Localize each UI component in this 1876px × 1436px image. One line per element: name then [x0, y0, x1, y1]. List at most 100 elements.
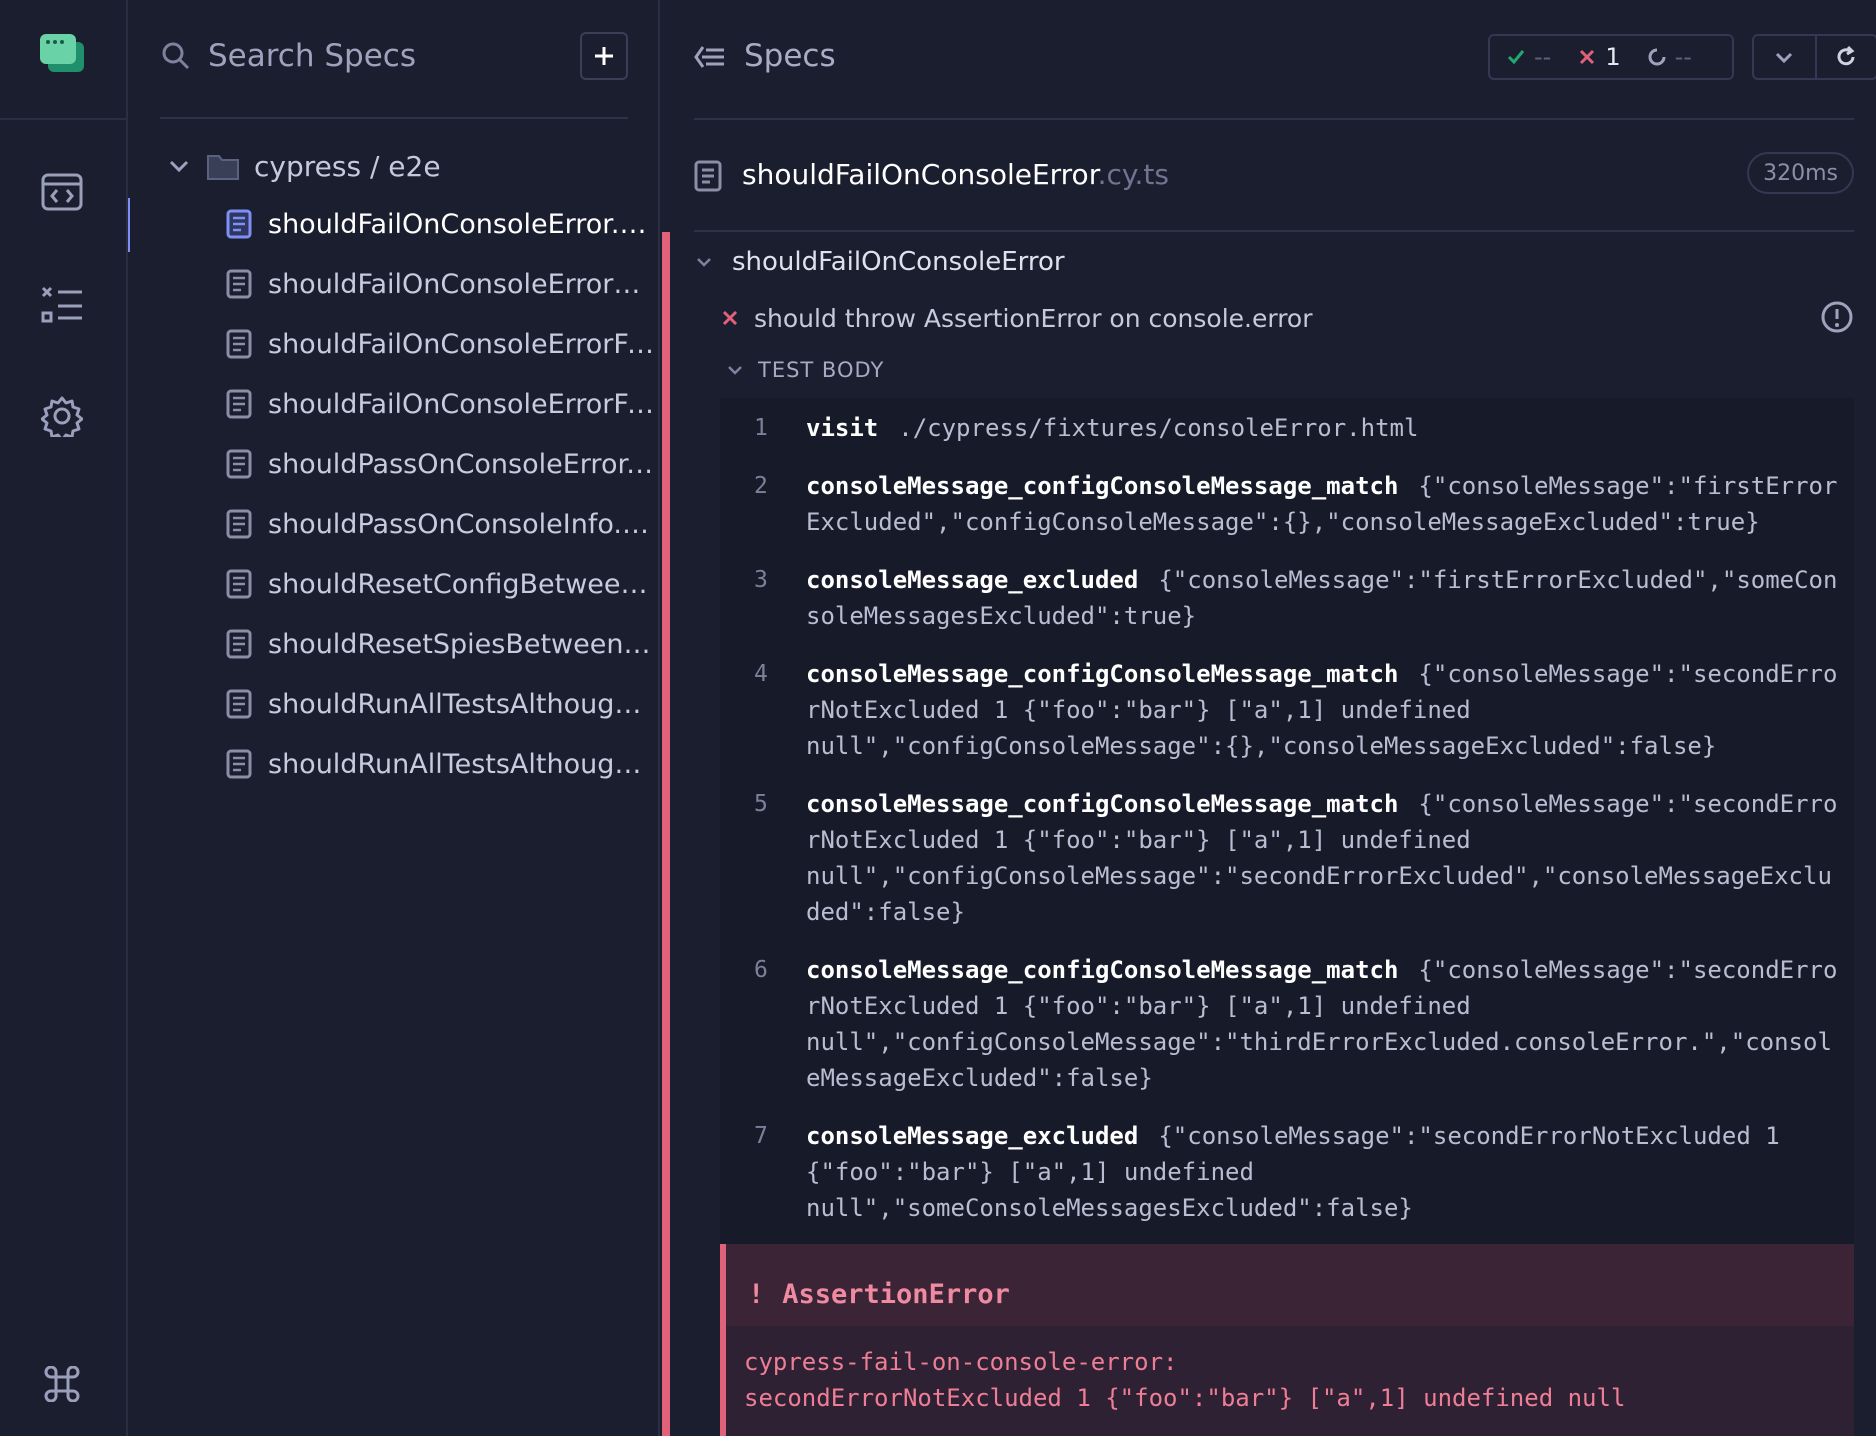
- document-icon: [226, 569, 252, 599]
- spec-item-name: shouldFailOnConsoleErrorFilter.cy.ts: [268, 328, 658, 360]
- document-icon: [226, 269, 252, 299]
- command-log: 1 visit ./cypress/fixtures/consoleError.ht…: [720, 398, 1854, 1300]
- command-number: 4: [754, 661, 768, 687]
- spec-item-name: shouldRunAllTestsAlthoughFail.cy.ts: [268, 688, 658, 720]
- command-row[interactable]: 3 consoleMessage_excluded {"consoleMessage…: [720, 550, 1854, 644]
- failure-indicator-strip: [662, 232, 670, 1436]
- refresh-icon: [1838, 45, 1855, 66]
- chevron-down-icon: [728, 366, 742, 375]
- duration-badge: 320ms: [1747, 152, 1854, 194]
- error-header[interactable]: ! AssertionError: [726, 1262, 1854, 1326]
- spec-file-ext: .cy.ts: [1097, 158, 1169, 191]
- command-number: 1: [754, 415, 768, 441]
- panel-divider[interactable]: [658, 0, 660, 1436]
- command-message: ./cypress/fixtures/consoleError.html: [898, 414, 1419, 442]
- test-body-header[interactable]: TEST BODY: [720, 354, 884, 386]
- command-row[interactable]: 2 consoleMessage_configConsoleMessage_mat…: [720, 456, 1854, 550]
- spec-item-name: shouldPassOnConsoleInfo.cy.ts: [268, 508, 658, 540]
- specs-list-panel: cypress / e2e shouldFailOnConsoleError.c…: [130, 0, 660, 1436]
- spec-item-name: shouldRunAllTestsAlthoughFailNoSkip.cy.t…: [268, 748, 658, 780]
- spec-item[interactable]: shouldFailOnConsoleErrorConfig.cy.ts: [226, 260, 658, 308]
- chevron-down-icon: [169, 160, 189, 173]
- failed-x-icon: [722, 310, 738, 326]
- document-icon: [226, 629, 252, 659]
- command-key-icon[interactable]: [34, 1356, 90, 1412]
- test-row[interactable]: should throw AssertionError on console.e…: [720, 298, 1854, 338]
- command-row[interactable]: 6 consoleMessage_configConsoleMessage_mat…: [720, 940, 1854, 1106]
- document-icon: [226, 749, 252, 779]
- spec-item-name: shouldFailOnConsoleErrorConfig.cy.ts: [268, 268, 658, 300]
- command-name: consoleMessage_configConsoleMessage_matc…: [806, 956, 1399, 984]
- command-row[interactable]: 4 consoleMessage_configConsoleMessage_mat…: [720, 644, 1854, 774]
- reporter-panel: Specs -- 1 -- shouldFailOnConsoleError.c…: [670, 0, 1876, 1436]
- code-window-icon[interactable]: [34, 164, 90, 220]
- check-icon: [1507, 50, 1525, 65]
- command-body: visit ./cypress/fixtures/consoleError.htm…: [806, 410, 1846, 446]
- assertion-error-panel: ! AssertionError cypress-fail-on-console…: [720, 1262, 1854, 1436]
- spec-item[interactable]: shouldRunAllTestsAlthoughFail.cy.ts: [226, 680, 658, 728]
- document-icon: [226, 209, 252, 239]
- collapse-specs-icon[interactable]: [694, 44, 726, 70]
- nav-rail: [0, 0, 128, 1436]
- spec-item-name: shouldResetConfigBetweenTests.cy.ts: [268, 568, 658, 600]
- test-body-label: TEST BODY: [758, 358, 885, 382]
- document-icon: [226, 509, 252, 539]
- spec-item[interactable]: shouldPassOnConsoleInfo.cy.ts: [226, 500, 658, 548]
- folder-label: cypress / e2e: [254, 149, 441, 183]
- command-body: consoleMessage_excluded {"consoleMessage"…: [806, 562, 1846, 634]
- spec-item[interactable]: shouldRunAllTestsAlthoughFailNoSkip.cy.t…: [226, 740, 658, 788]
- new-spec-button[interactable]: [580, 32, 628, 80]
- spec-item[interactable]: shouldResetConfigBetweenTests.cy.ts: [226, 560, 658, 608]
- expand-button[interactable]: [1754, 36, 1815, 78]
- search-bar: [160, 24, 640, 88]
- command-body: consoleMessage_configConsoleMessage_matc…: [806, 656, 1846, 764]
- spec-file-row: shouldFailOnConsoleError.cy.ts 320ms: [694, 120, 1854, 232]
- test-stats: -- 1 --: [1488, 34, 1734, 80]
- command-body: consoleMessage_configConsoleMessage_matc…: [806, 786, 1846, 930]
- folder-icon: [207, 155, 239, 180]
- plus-icon: [595, 47, 613, 65]
- command-name: consoleMessage_excluded: [806, 566, 1139, 594]
- chevron-down-icon: [1776, 52, 1793, 64]
- divider: [160, 117, 628, 119]
- command-number: 5: [754, 791, 768, 817]
- test-title: should throw AssertionError on console.e…: [754, 303, 1313, 333]
- spec-item-name: shouldFailOnConsoleErrorFromSetup.cy.ts: [268, 388, 658, 420]
- command-name: consoleMessage_configConsoleMessage_matc…: [806, 472, 1399, 500]
- cypress-logo-icon[interactable]: [40, 34, 84, 74]
- error-title: AssertionError: [782, 1278, 1010, 1310]
- spec-item[interactable]: shouldPassOnConsoleError.cy.ts: [226, 440, 658, 488]
- reporter-controls: [1752, 34, 1876, 80]
- passed-stat: --: [1506, 43, 1551, 71]
- command-row[interactable]: 5 consoleMessage_configConsoleMessage_mat…: [720, 774, 1854, 940]
- command-number: 3: [754, 567, 768, 593]
- suite-row[interactable]: shouldFailOnConsoleError: [694, 244, 1065, 280]
- spec-item-name: shouldFailOnConsoleError.cy.ts: [268, 208, 658, 240]
- spec-item[interactable]: shouldFailOnConsoleErrorFilter.cy.ts: [226, 320, 658, 368]
- x-icon: [1580, 49, 1595, 65]
- failed-stat: 1: [1577, 43, 1621, 71]
- checklist-icon[interactable]: [34, 276, 90, 332]
- pending-stat: --: [1647, 43, 1692, 71]
- document-icon: [694, 160, 722, 192]
- rerun-button[interactable]: [1814, 36, 1876, 78]
- spec-item-name: shouldPassOnConsoleError.cy.ts: [268, 448, 658, 480]
- pending-icon: [1648, 48, 1666, 66]
- spec-item[interactable]: shouldResetSpiesBetweenTests.cy.ts: [226, 620, 658, 668]
- document-icon: [226, 689, 252, 719]
- command-body: consoleMessage_excluded {"consoleMessage"…: [806, 1118, 1846, 1226]
- command-body: consoleMessage_configConsoleMessage_matc…: [806, 952, 1846, 1096]
- spec-item[interactable]: shouldFailOnConsoleErrorFromSetup.cy.ts: [226, 380, 658, 428]
- folder-row[interactable]: cypress / e2e: [160, 144, 441, 188]
- info-alert-icon[interactable]: [1820, 300, 1854, 334]
- command-row[interactable]: 1 visit ./cypress/fixtures/consoleError.ht…: [720, 398, 1854, 456]
- command-number: 6: [754, 957, 768, 983]
- gear-icon[interactable]: [34, 388, 90, 444]
- command-row[interactable]: 7 consoleMessage_excluded {"consoleMessage…: [720, 1106, 1854, 1236]
- document-icon: [226, 329, 252, 359]
- search-input[interactable]: [208, 32, 538, 80]
- spec-item[interactable]: shouldFailOnConsoleError.cy.ts: [226, 200, 658, 248]
- document-icon: [226, 389, 252, 419]
- command-number: 7: [754, 1123, 768, 1149]
- search-icon: [162, 42, 190, 70]
